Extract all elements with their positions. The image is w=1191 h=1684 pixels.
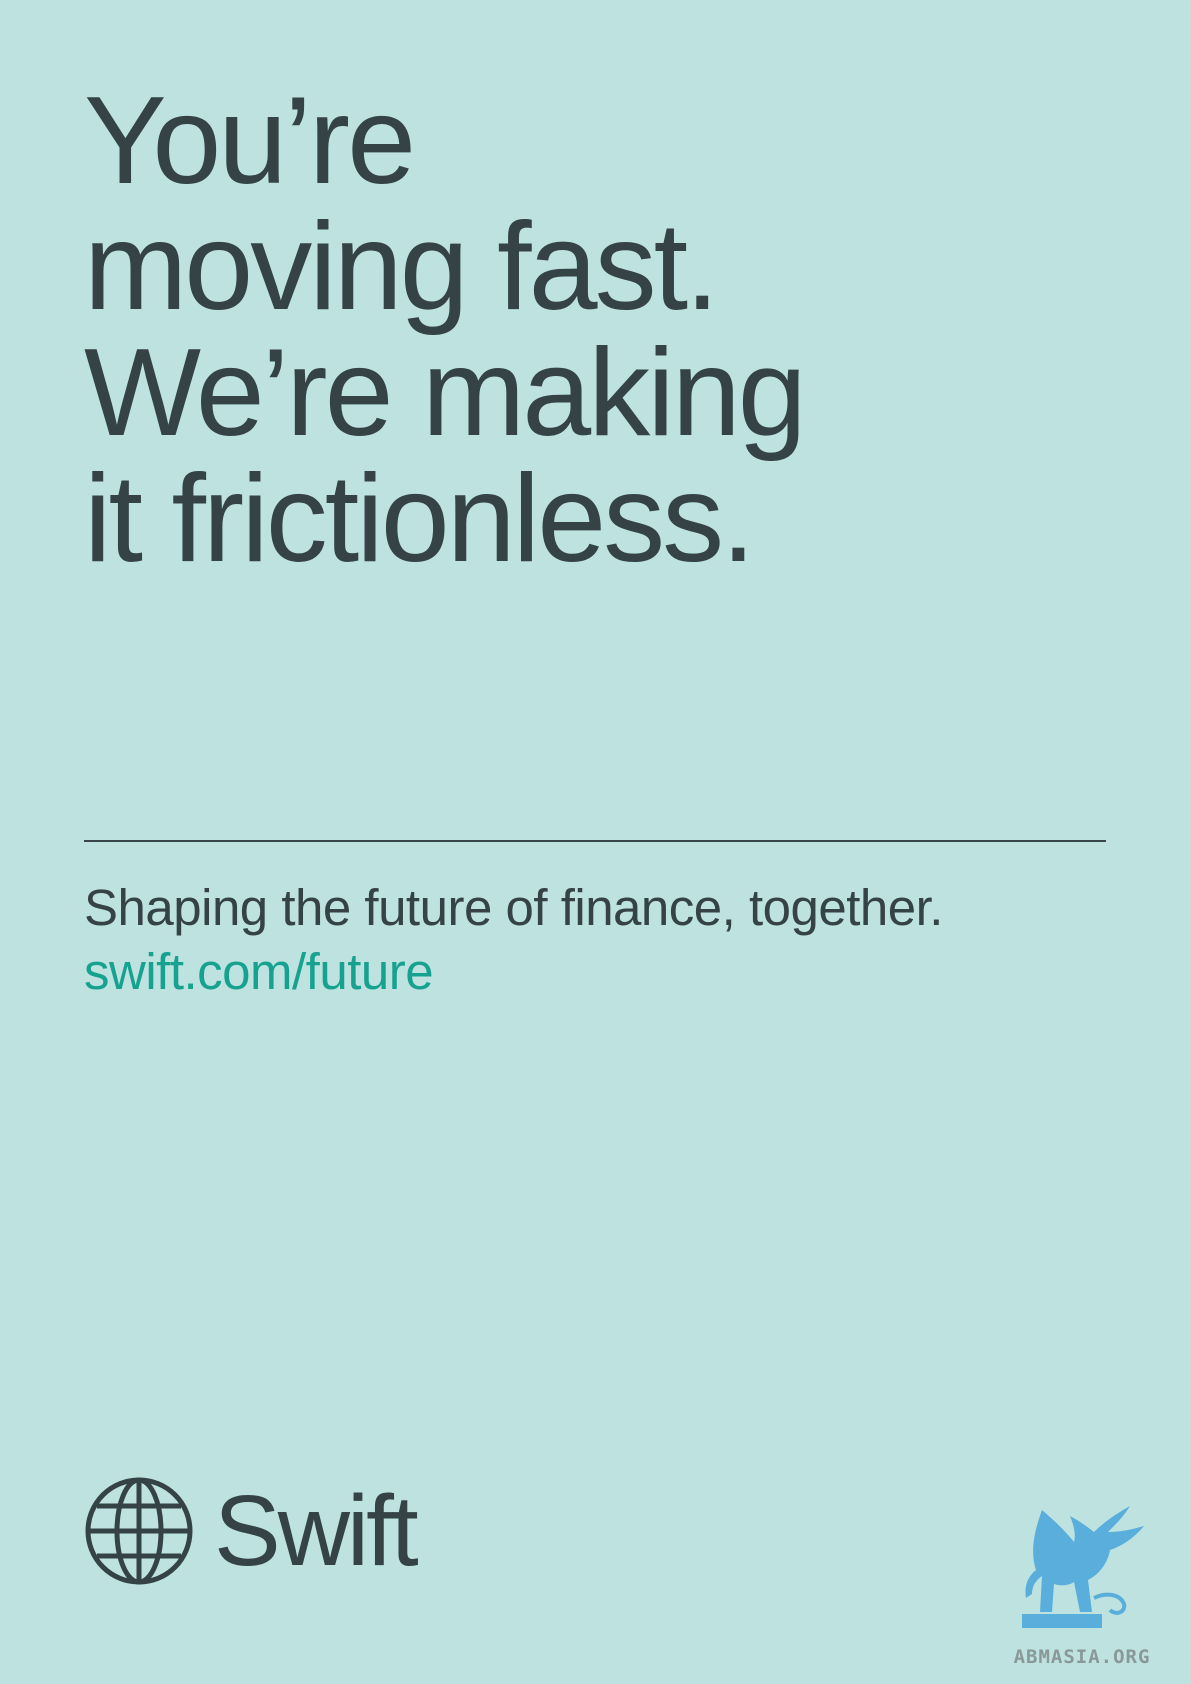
headline-line-2: moving fast.: [84, 198, 719, 336]
brand-name: Swift: [214, 1475, 419, 1587]
griffin-icon: [1022, 1506, 1144, 1628]
watermark: ABMASIA.ORG: [1012, 1502, 1152, 1672]
globe-icon: [85, 1477, 193, 1585]
headline-line-3: We’re making: [84, 324, 807, 462]
tagline: Shaping the future of finance, together.: [84, 879, 943, 936]
headline-line-1: You’re: [84, 72, 416, 210]
future-link[interactable]: swift.com/future: [84, 940, 434, 1004]
watermark-text: ABMASIA.ORG: [1013, 1646, 1151, 1668]
headline-line-4: it frictionless.: [84, 450, 756, 588]
divider: [84, 840, 1106, 842]
headline: You’re moving fast. We’re making it fric…: [84, 72, 807, 588]
brand-logo: Swift: [84, 1475, 419, 1587]
